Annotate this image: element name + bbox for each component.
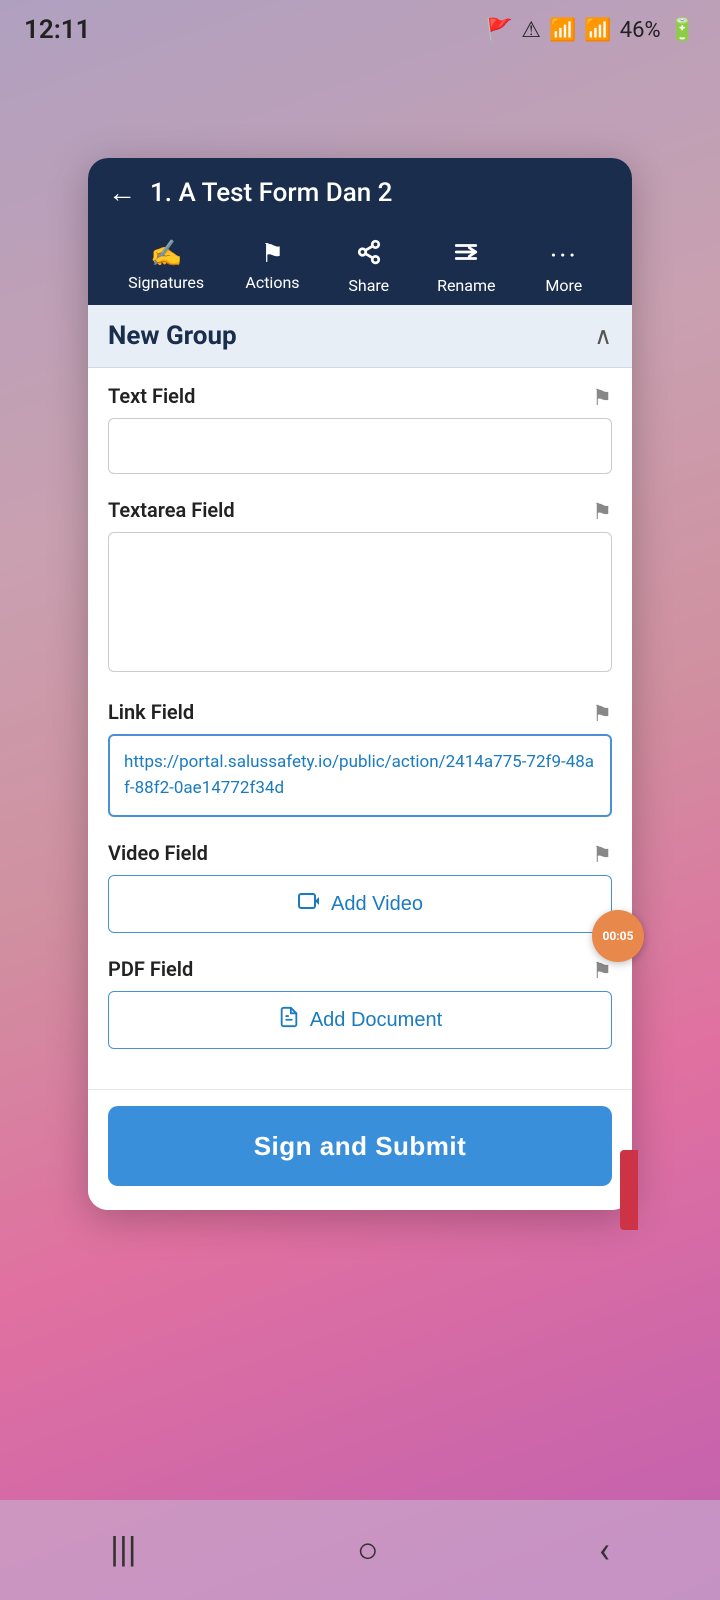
bottom-nav: ||| ○ ‹: [0, 1500, 720, 1600]
status-bar: 12:11 🚩 ⚠ 📶 📶 46% 🔋: [0, 0, 720, 60]
toolbar-more[interactable]: ··· More: [524, 231, 604, 305]
more-label: More: [545, 276, 582, 295]
signal-icon: 📶: [584, 18, 611, 43]
video-btn-icon: [297, 889, 321, 919]
nav-back-icon[interactable]: ‹: [599, 1529, 610, 1571]
sign-and-submit-button[interactable]: Sign and Submit: [108, 1106, 612, 1186]
pdf-field-label: PDF Field: [108, 957, 193, 981]
textarea-field-input[interactable]: [108, 532, 612, 672]
phone-card: ← 1. A Test Form Dan 2 ✍ Signatures ⚑ Ac…: [88, 158, 632, 1210]
link-field-flag[interactable]: ⚑: [592, 702, 612, 727]
text-field-flag[interactable]: ⚑: [592, 386, 612, 411]
status-icons: 🚩 ⚠ 📶 📶 46% 🔋: [486, 18, 696, 43]
add-document-button[interactable]: Add Document: [108, 991, 612, 1049]
link-field-label: Link Field: [108, 700, 194, 724]
form-content: New Group ∧ Text Field ⚑ Textarea Field …: [88, 305, 632, 1089]
add-video-button[interactable]: Add Video: [108, 875, 612, 933]
header-title-row: ← 1. A Test Form Dan 2: [108, 176, 612, 209]
video-field-flag[interactable]: ⚑: [592, 843, 612, 868]
textarea-field-row: Textarea Field ⚑: [108, 498, 612, 532]
video-field-row: Video Field ⚑: [108, 841, 612, 875]
signatures-label: Signatures: [128, 273, 204, 292]
pdf-field-container: PDF Field ⚑ Add Document: [108, 957, 612, 1049]
collapse-icon[interactable]: ∧: [594, 322, 612, 350]
form-body: Text Field ⚑ Textarea Field ⚑ Link Field…: [88, 368, 632, 1089]
link-field-row: Link Field ⚑: [108, 700, 612, 734]
pdf-field-flag[interactable]: ⚑: [592, 959, 612, 984]
textarea-field-flag[interactable]: ⚑: [592, 500, 612, 525]
document-btn-icon: [278, 1006, 300, 1034]
actions-icon: ⚑: [261, 239, 284, 269]
text-field-input[interactable]: [108, 418, 612, 474]
timer-label: 00:05: [603, 929, 634, 943]
floating-timer-button[interactable]: 00:05: [592, 910, 644, 962]
warning-icon: ⚠: [521, 18, 541, 43]
battery-level: 46%: [620, 18, 661, 43]
add-document-label: Add Document: [310, 1009, 442, 1032]
flag-status-icon: 🚩: [486, 18, 513, 43]
red-sidebar-indicator: [620, 1150, 638, 1230]
signatures-icon: ✍: [150, 239, 182, 269]
textarea-field-label: Textarea Field: [108, 498, 235, 522]
submit-area: Sign and Submit: [88, 1089, 632, 1210]
pdf-field-row: PDF Field ⚑: [108, 957, 612, 991]
status-time: 12:11: [24, 15, 91, 45]
toolbar-signatures[interactable]: ✍ Signatures: [116, 231, 216, 305]
more-icon: ···: [550, 239, 578, 272]
share-icon: [356, 239, 382, 272]
nav-menu-icon[interactable]: |||: [110, 1529, 136, 1571]
back-button[interactable]: ←: [108, 176, 136, 209]
link-field-container: Link Field ⚑ https://portal.salussafety.…: [108, 700, 612, 817]
group-title: New Group: [108, 321, 237, 351]
toolbar-actions[interactable]: ⚑ Actions: [232, 231, 312, 305]
textarea-field-container: Textarea Field ⚑: [108, 498, 612, 676]
text-field-label: Text Field: [108, 384, 195, 408]
app-header: ← 1. A Test Form Dan 2 ✍ Signatures ⚑ Ac…: [88, 158, 632, 305]
rename-label: Rename: [437, 276, 495, 295]
group-header[interactable]: New Group ∧: [88, 305, 632, 368]
share-label: Share: [348, 276, 389, 295]
toolbar-share[interactable]: Share: [329, 231, 409, 305]
toolbar-rename[interactable]: Rename: [425, 231, 507, 305]
text-field-container: Text Field ⚑: [108, 384, 612, 474]
add-video-label: Add Video: [331, 893, 423, 916]
nav-home-icon[interactable]: ○: [357, 1529, 379, 1571]
video-field-container: Video Field ⚑ Add Video: [108, 841, 612, 933]
text-field-row: Text Field ⚑: [108, 384, 612, 418]
wifi-icon: 📶: [549, 18, 576, 43]
video-field-label: Video Field: [108, 841, 208, 865]
toolbar: ✍ Signatures ⚑ Actions Share: [108, 223, 612, 305]
rename-icon: [453, 239, 479, 272]
actions-label: Actions: [245, 273, 299, 292]
battery-icon: 🔋: [669, 18, 696, 43]
link-field-value[interactable]: https://portal.salussafety.io/public/act…: [108, 734, 612, 817]
form-title: 1. A Test Form Dan 2: [150, 178, 392, 208]
